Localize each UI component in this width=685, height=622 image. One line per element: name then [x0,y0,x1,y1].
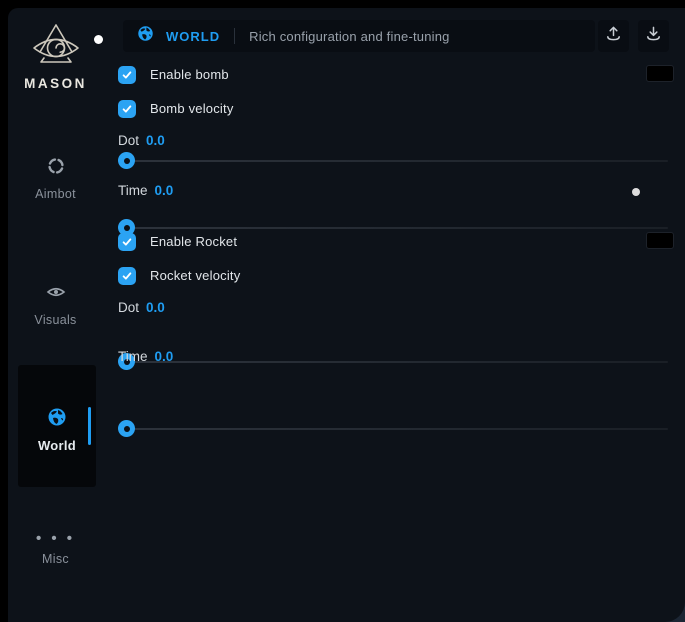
overlay-dot [94,35,103,44]
active-indicator-bar [88,407,91,445]
ellipsis-icon: • • • [36,532,75,546]
sidebar-item-aimbot[interactable]: Aimbot [8,156,103,201]
rocket-velocity-checkbox[interactable] [118,267,136,285]
bomb-dot-slider[interactable] [118,152,668,169]
slider-value: 0.0 [146,300,165,315]
checkbox-label: Enable Rocket [150,234,237,249]
slider-label-rocket-time: Time 0.0 [118,348,668,364]
slider-name: Dot [118,133,139,148]
sidebar-item-label: Visuals [34,313,76,327]
checkbox-row-enable-bomb: Enable bomb [118,65,668,84]
slider-track[interactable] [118,227,668,229]
slider-knob[interactable] [118,152,135,169]
sidebar-item-world[interactable]: World [18,365,96,487]
slider-name: Dot [118,300,139,315]
sidebar: MASON Aimbot Visuals [8,8,103,622]
check-icon [121,103,133,115]
checkbox-row-rocket-velocity: Rocket velocity [118,266,668,285]
sidebar-item-visuals[interactable]: Visuals [8,282,103,327]
mason-eye-pyramid-icon [8,22,103,70]
check-icon [121,69,133,81]
slider-label-rocket-dot: Dot 0.0 [118,299,668,315]
checkbox-label: Bomb velocity [150,101,234,116]
sidebar-item-label: Misc [42,552,69,566]
slider-track[interactable] [118,428,668,430]
enable-bomb-checkbox[interactable] [118,66,136,84]
sidebar-item-label: World [38,438,76,453]
slider-track[interactable] [118,160,668,162]
slider-label-bomb-dot: Dot 0.0 [118,132,668,148]
bomb-velocity-checkbox[interactable] [118,100,136,118]
slider-name: Time [118,349,148,364]
slider-name: Time [118,183,148,198]
rocket-color-swatch[interactable] [646,232,674,249]
rocket-time-slider[interactable] [118,420,668,437]
checkbox-row-bomb-velocity: Bomb velocity [118,99,668,118]
settings-panel: Enable bomb Bomb velocity Dot 0.0 [118,8,668,622]
app-window: MASON Aimbot Visuals [8,8,685,622]
overlay-dot [632,188,640,196]
screen: MASON Aimbot Visuals [0,0,685,622]
checkbox-label: Rocket velocity [150,268,240,283]
slider-label-bomb-time: Time 0.0 [118,182,668,198]
eye-icon [46,282,66,307]
bomb-color-swatch[interactable] [646,65,674,82]
checkbox-row-enable-rocket: Enable Rocket [118,232,668,251]
check-icon [121,236,133,248]
slider-value: 0.0 [155,183,174,198]
sidebar-item-misc[interactable]: • • • Misc [8,532,103,566]
slider-knob[interactable] [118,420,135,437]
slider-value: 0.0 [155,349,174,364]
logo-title: MASON [8,76,103,91]
enable-rocket-checkbox[interactable] [118,233,136,251]
sidebar-item-label: Aimbot [35,187,76,201]
check-icon [121,270,133,282]
globe-icon [47,407,67,432]
app-logo: MASON [8,22,103,91]
checkbox-label: Enable bomb [150,67,229,82]
slider-value: 0.0 [146,133,165,148]
crosshair-icon [46,156,66,181]
